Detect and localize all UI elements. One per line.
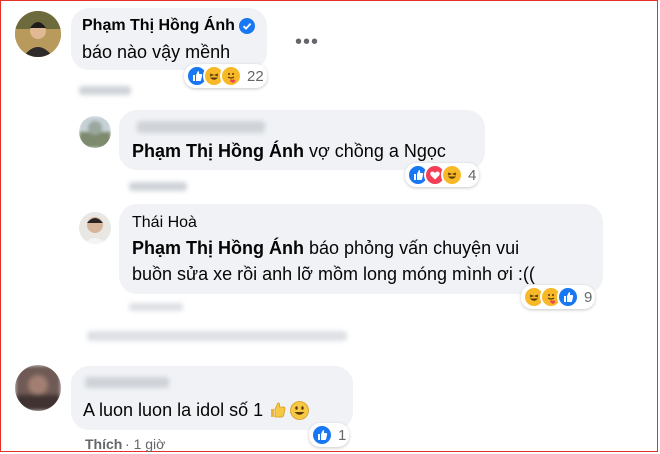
comment-text: Phạm Thị Hồng Ánh báo phỏng vấn chuyện v… — [132, 235, 519, 261]
avatar[interactable] — [79, 212, 111, 244]
avatar-photo — [15, 11, 61, 57]
like-button[interactable]: Thích — [85, 436, 122, 452]
avatar[interactable] — [79, 116, 111, 148]
comment-bubble: Thái Hoà Phạm Thị Hồng Ánh báo phỏng vấn… — [119, 204, 603, 294]
comment-bubble: Phạm Thị Hồng Ánh vợ chồng a Ngọc — [119, 110, 485, 170]
avatar-photo — [79, 116, 111, 148]
mention-link[interactable]: Phạm Thị Hồng Ánh — [132, 141, 304, 161]
comment-text: Phạm Thị Hồng Ánh vợ chồng a Ngọc — [132, 138, 446, 164]
reaction-count: 22 — [247, 67, 264, 85]
care-reaction-icon — [220, 65, 242, 87]
comment-text: A luon luon la idol số 1 — [83, 397, 310, 423]
reaction-summary[interactable]: 9 — [521, 285, 596, 309]
more-options-icon[interactable]: ••• — [295, 31, 319, 54]
reaction-count: 4 — [468, 166, 477, 184]
blurred-author-name — [85, 377, 169, 388]
avatar-photo — [15, 365, 61, 411]
comment-author[interactable]: Phạm Thị Hồng Ánh — [82, 17, 235, 35]
haha-reaction-icon — [441, 164, 463, 186]
comment-body: vợ chồng a Ngọc — [303, 141, 446, 161]
like-reaction-icon — [311, 424, 333, 446]
comment-text: báo nào vậy mềnh — [82, 42, 231, 62]
blurred-author-name — [137, 121, 265, 133]
like-reaction-icon — [557, 286, 579, 308]
separator: · — [125, 436, 134, 452]
comment-body: A luon luon la idol số 1 — [83, 400, 264, 420]
mention-link[interactable]: Phạm Thị Hồng Ánh — [132, 238, 304, 258]
comment-body-line1: báo phỏng vấn chuyện vui — [303, 238, 520, 258]
grinning-emoji — [290, 400, 310, 420]
comment-body-line2: buồn sửa xe rồi anh lỡ mồm long móng mìn… — [132, 264, 535, 284]
thumbs-up-emoji — [269, 401, 287, 419]
verified-badge-icon — [238, 18, 255, 34]
reaction-summary[interactable]: 1 — [309, 423, 350, 447]
avatar[interactable] — [15, 365, 61, 411]
time-label: 1 giờ — [133, 436, 166, 452]
avatar-photo — [79, 212, 111, 244]
blurred-view-more — [87, 331, 347, 341]
avatar[interactable] — [15, 11, 61, 57]
blurred-footer — [129, 303, 183, 311]
reaction-count: 9 — [584, 288, 593, 306]
comment-time[interactable]: · 1 giờ — [125, 436, 165, 452]
comment-bubble: Phạm Thị Hồng Ánh báo nào vậy mềnh — [71, 8, 267, 70]
reaction-count: 1 — [338, 426, 347, 444]
comment-bubble: A luon luon la idol số 1 — [71, 366, 353, 430]
blurred-footer — [79, 86, 131, 95]
reaction-summary[interactable]: 22 — [184, 64, 267, 88]
blurred-footer — [129, 182, 187, 191]
screenshot-frame: Phạm Thị Hồng Ánh báo nào vậy mềnh ••• 2… — [0, 0, 658, 452]
comment-author[interactable]: Thái Hoà — [132, 214, 197, 232]
reaction-summary[interactable]: 4 — [405, 163, 480, 187]
